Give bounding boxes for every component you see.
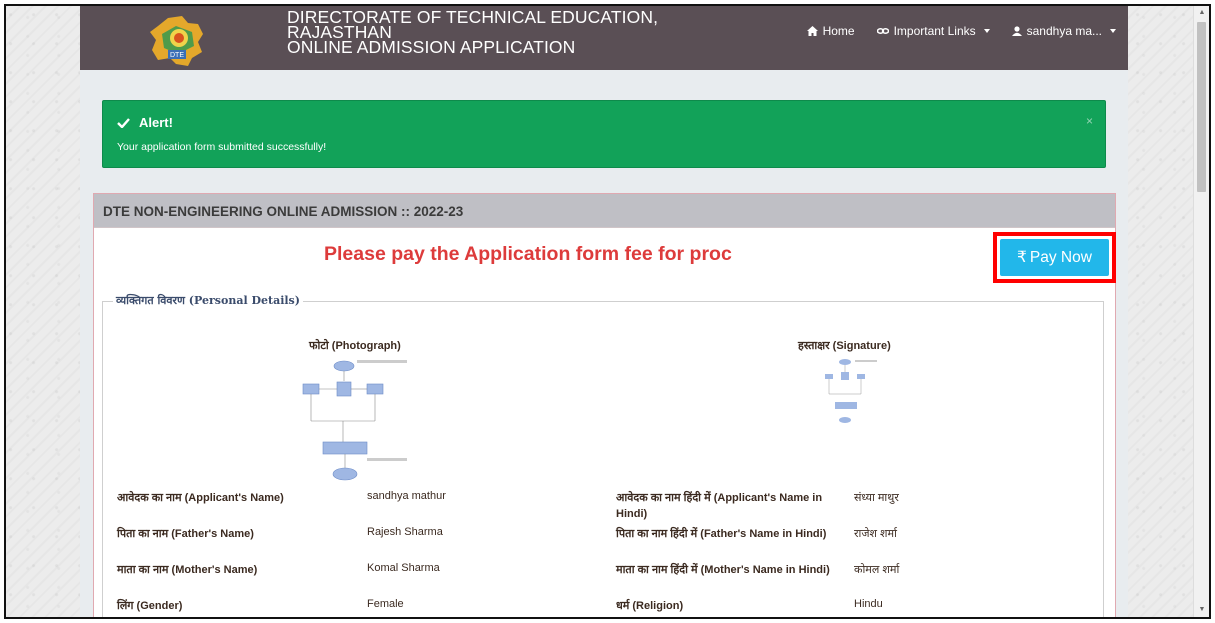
personal-details-grid: आवेदक का नाम (Applicant's Name) sandhya …	[117, 490, 977, 617]
alert-heading: Alert!	[117, 115, 173, 130]
gender-value: Female	[367, 598, 404, 610]
father-name-label: पिता का नाम (Father's Name)	[117, 528, 254, 540]
nav-user-menu[interactable]: sandhya ma...	[1011, 24, 1116, 38]
gender-label: लिंग (Gender)	[117, 600, 183, 612]
signature-image	[825, 359, 877, 423]
religion-value: Hindu	[854, 598, 883, 610]
success-alert: Alert! Your application form submitted s…	[102, 100, 1106, 168]
alert-message: Your application form submitted successf…	[117, 141, 327, 153]
father-name-hindi-value: राजेश शर्मा	[854, 528, 897, 540]
nav-home[interactable]: Home	[806, 24, 855, 38]
admission-panel: DTE NON-ENGINEERING ONLINE ADMISSION :: …	[93, 193, 1116, 617]
nav-menu: Home Important Links sandhya ma...	[806, 24, 1116, 38]
chevron-down-icon	[1110, 29, 1116, 33]
alert-title: Alert!	[139, 115, 173, 130]
applicant-name-label: आवेदक का नाम (Applicant's Name)	[117, 492, 284, 504]
svg-text:DTE: DTE	[170, 52, 184, 59]
chevron-down-icon	[983, 29, 990, 33]
applicant-name-hindi-label: आवेदक का नाम हिंदी में (Applicant's Name…	[616, 492, 823, 520]
vertical-scrollbar[interactable]: ▲ ▼	[1193, 6, 1209, 617]
nav-important-links[interactable]: Important Links	[876, 24, 990, 38]
site-title: DIRECTORATE OF TECHNICAL EDUCATION, RAJA…	[287, 8, 658, 57]
browser-viewport: DTE DIRECTORATE OF TECHNICAL EDUCATION, …	[4, 4, 1211, 619]
nav-home-label: Home	[822, 24, 855, 38]
page-container: DTE DIRECTORATE OF TECHNICAL EDUCATION, …	[80, 6, 1128, 617]
nav-user-label: sandhya ma...	[1026, 24, 1102, 38]
father-name-hindi-label: पिता का नाम हिंदी में (Father's Name in …	[616, 528, 827, 540]
photo-label: फोटो (Photograph)	[309, 340, 401, 352]
pay-now-highlight: ₹ Pay Now	[993, 232, 1116, 283]
rajasthan-map-logo: DTE	[150, 16, 203, 66]
link-icon	[876, 28, 889, 34]
detail-row: आवेदक का नाम (Applicant's Name) sandhya …	[117, 490, 977, 526]
scrollbar-thumb[interactable]	[1197, 22, 1206, 192]
rupee-icon: ₹	[1017, 249, 1027, 266]
applicant-name-value: sandhya mathur	[367, 490, 446, 502]
signature-label: हस्ताक्षर (Signature)	[798, 340, 891, 352]
personal-details-section: व्यक्तिगत विवरण (Personal Details) फोटो …	[102, 293, 1104, 617]
close-icon[interactable]: ×	[1086, 114, 1093, 128]
detail-row: माता का नाम (Mother's Name) Komal Sharma…	[117, 562, 977, 598]
top-navbar: DTE DIRECTORATE OF TECHNICAL EDUCATION, …	[80, 6, 1128, 70]
photograph-image	[302, 360, 407, 481]
home-icon	[806, 26, 818, 36]
applicant-name-hindi-value: संध्या माथुर	[854, 492, 899, 504]
mother-name-value: Komal Sharma	[367, 562, 440, 574]
user-icon	[1011, 26, 1022, 36]
pay-now-button[interactable]: ₹ Pay Now	[1000, 239, 1109, 276]
detail-row: लिंग (Gender) Female धर्म (Religion) Hin…	[117, 598, 977, 617]
mother-name-hindi-label: माता का नाम हिंदी में (Mother's Name in …	[616, 564, 830, 576]
scroll-down-icon[interactable]: ▼	[1194, 603, 1209, 617]
scroll-up-icon[interactable]: ▲	[1194, 6, 1209, 20]
title-line-3: ONLINE ADMISSION APPLICATION	[287, 37, 576, 57]
nav-links-label: Important Links	[893, 24, 976, 38]
father-name-value: Rajesh Sharma	[367, 526, 443, 538]
check-icon	[117, 117, 130, 128]
pay-fee-message: Please pay the Application form fee for …	[324, 243, 732, 265]
personal-details-legend: व्यक्तिगत विवरण (Personal Details)	[113, 293, 303, 308]
religion-label: धर्म (Religion)	[616, 600, 684, 612]
mother-name-hindi-value: कोमल शर्मा	[854, 564, 900, 576]
panel-heading: DTE NON-ENGINEERING ONLINE ADMISSION :: …	[94, 194, 1115, 228]
mother-name-label: माता का नाम (Mother's Name)	[117, 564, 258, 576]
pay-now-label: Pay Now	[1029, 248, 1092, 266]
detail-row: पिता का नाम (Father's Name) Rajesh Sharm…	[117, 526, 977, 562]
